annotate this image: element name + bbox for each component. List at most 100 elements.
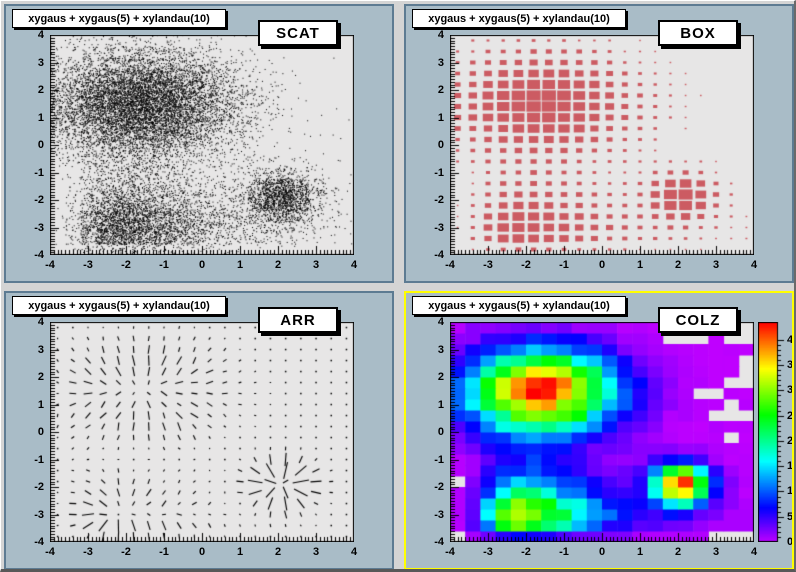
x-tick-label: 4 [342,259,366,271]
x-tick-label: 2 [666,546,690,558]
x-tick-label: 0 [190,546,214,558]
palette-tick-label: 150 [787,460,794,472]
y-tick-label: 3 [16,57,44,69]
draw-option-text: ARR [280,312,316,329]
x-tick-label: -1 [552,546,576,558]
x-tick-label: 3 [304,546,328,558]
x-tick-label: 1 [228,259,252,271]
palette-tick-label: 400 [787,334,794,346]
root-canvas-window: xygaus + xygaus(5) + xylandau(10) SCAT -… [0,0,796,572]
y-tick-label: -3 [16,509,44,521]
x-tick-label: 3 [304,259,328,271]
y-tick-label: -3 [416,509,444,521]
x-tick-label: 4 [742,259,766,271]
histogram-title-box[interactable]: xygaus + xygaus(5) + xylandau(10) [412,9,626,28]
y-tick-label: 0 [416,426,444,438]
x-tick-label: 1 [628,546,652,558]
plot-frame-box [450,35,754,255]
y-tick-label: 2 [416,84,444,96]
y-tick-label: 4 [416,316,444,328]
y-tick-label: -1 [16,454,44,466]
histogram-title-box[interactable]: xygaus + xygaus(5) + xylandau(10) [12,296,226,315]
box-plot-canvas[interactable] [450,35,754,255]
y-tick-label: 1 [16,112,44,124]
x-tick-label: -3 [476,546,500,558]
y-tick-label: -2 [16,481,44,493]
x-tick-label: 2 [666,259,690,271]
pad-scat[interactable]: xygaus + xygaus(5) + xylandau(10) SCAT -… [4,4,394,283]
y-tick-label: -2 [416,194,444,206]
y-tick-label: -4 [16,536,44,548]
y-tick-label: 1 [416,399,444,411]
draw-option-label-colz[interactable]: COLZ [658,307,738,333]
x-tick-label: 4 [742,546,766,558]
x-tick-label: -2 [114,546,138,558]
x-tick-label: -1 [152,546,176,558]
y-tick-label: 4 [416,29,444,41]
x-tick-label: -3 [76,259,100,271]
y-tick-label: -1 [16,167,44,179]
pad-box[interactable]: xygaus + xygaus(5) + xylandau(10) BOX -4… [404,4,794,283]
x-tick-label: 2 [266,546,290,558]
y-tick-label: 3 [16,344,44,356]
x-tick-label: 2 [266,259,290,271]
y-tick-label: 3 [416,344,444,356]
palette-tick-label: 0 [787,536,794,548]
x-tick-label: -1 [152,259,176,271]
y-tick-label: -1 [416,167,444,179]
histogram-title: xygaus + xygaus(5) + xylandau(10) [428,300,610,312]
y-tick-label: 2 [16,371,44,383]
draw-option-text: BOX [680,25,716,42]
y-tick-label: -4 [416,249,444,261]
palette-tick-label: 200 [787,435,794,447]
y-tick-label: -3 [16,222,44,234]
pad-arr[interactable]: xygaus + xygaus(5) + xylandau(10) ARR -4… [4,291,394,570]
palette-tick-label: 350 [787,359,794,371]
y-tick-label: -4 [16,249,44,261]
draw-option-label-arr[interactable]: ARR [258,307,338,333]
colz-plot-canvas[interactable] [450,322,754,542]
draw-option-text: SCAT [276,25,320,42]
y-tick-label: 1 [416,112,444,124]
y-tick-label: 0 [416,139,444,151]
y-tick-label: -2 [416,481,444,493]
x-tick-label: 1 [628,259,652,271]
color-palette-bar[interactable] [758,322,785,542]
histogram-title-box[interactable]: xygaus + xygaus(5) + xylandau(10) [412,296,626,315]
histogram-title-box[interactable]: xygaus + xygaus(5) + xylandau(10) [12,9,226,28]
draw-option-label-box[interactable]: BOX [658,20,738,46]
plot-frame-scat [50,35,354,255]
histogram-title: xygaus + xygaus(5) + xylandau(10) [428,13,610,25]
plot-frame-colz [450,322,754,542]
x-tick-label: 0 [190,259,214,271]
draw-option-text: COLZ [676,312,721,329]
palette-tick-label: 100 [787,485,794,497]
plot-frame-arr [50,322,354,542]
y-tick-label: -3 [416,222,444,234]
x-tick-label: -3 [476,259,500,271]
y-tick-label: 2 [16,84,44,96]
palette-tick-label: 250 [787,410,794,422]
y-tick-label: 4 [16,316,44,328]
y-tick-label: -4 [416,536,444,548]
y-tick-label: 1 [16,399,44,411]
x-tick-label: 3 [704,259,728,271]
scat-plot-canvas[interactable] [50,35,354,255]
y-tick-label: -1 [416,454,444,466]
x-tick-label: 4 [342,546,366,558]
y-tick-label: 2 [416,371,444,383]
pad-colz[interactable]: xygaus + xygaus(5) + xylandau(10) COLZ -… [404,291,794,570]
draw-option-label-scat[interactable]: SCAT [258,20,338,46]
y-tick-label: 0 [16,139,44,151]
histogram-title: xygaus + xygaus(5) + xylandau(10) [28,300,210,312]
y-tick-label: 0 [16,426,44,438]
y-tick-label: 4 [16,29,44,41]
x-tick-label: -3 [76,546,100,558]
x-tick-label: -1 [552,259,576,271]
y-tick-label: 3 [416,57,444,69]
palette-tick-label: 300 [787,384,794,396]
palette-tick-label: 50 [787,511,794,523]
arr-plot-canvas[interactable] [50,322,354,542]
x-tick-label: -2 [514,546,538,558]
histogram-title: xygaus + xygaus(5) + xylandau(10) [28,13,210,25]
